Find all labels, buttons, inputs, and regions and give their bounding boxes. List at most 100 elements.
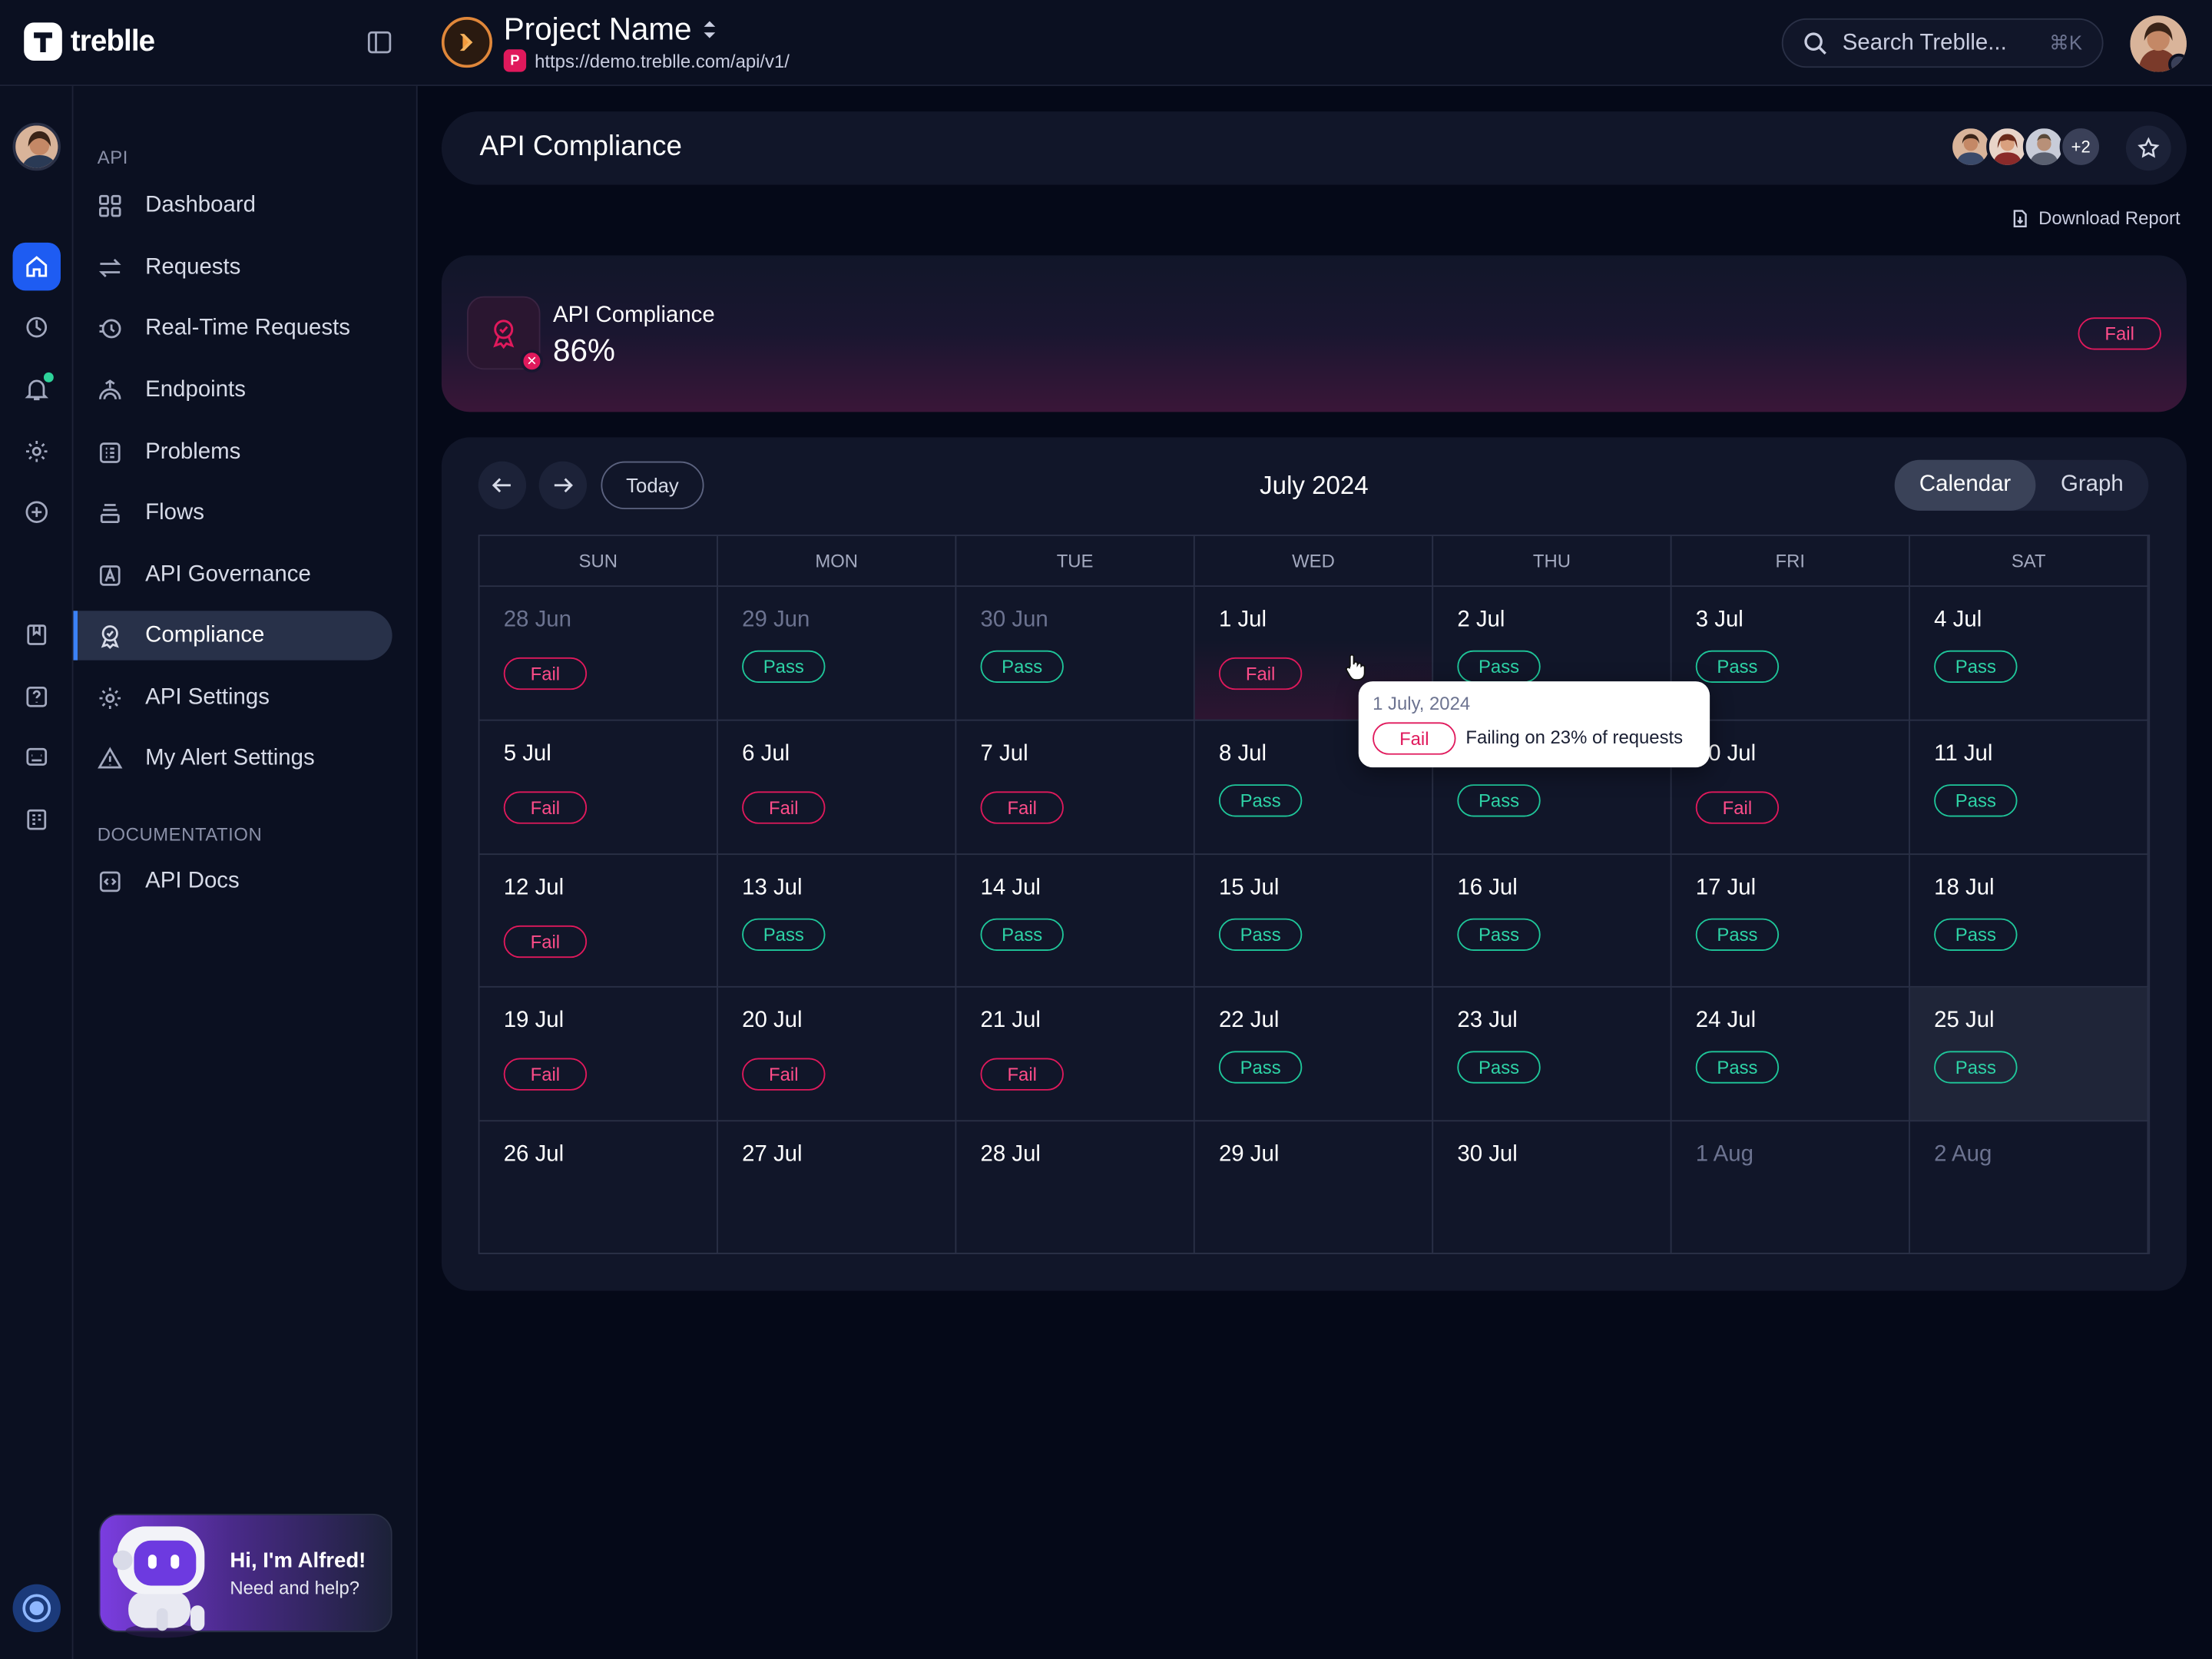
badge-icon (101, 624, 119, 648)
weekday-header: WED (1194, 535, 1434, 588)
pass-badge: Pass (1218, 918, 1303, 951)
rail-settings-icon[interactable] (13, 428, 61, 475)
calendar-day-cell[interactable]: 25 Jul Pass (1909, 987, 2149, 1122)
rail-add-icon[interactable] (13, 488, 61, 536)
tab-calendar[interactable]: Calendar (1894, 459, 2036, 511)
sidebar-item-flows[interactable]: Flows (74, 488, 392, 538)
download-report-button[interactable]: Download Report (2010, 207, 2181, 229)
today-button[interactable]: Today (601, 461, 704, 510)
treblle-logo-icon (24, 22, 62, 61)
star-icon[interactable] (2125, 125, 2171, 171)
alfred-assistant-card[interactable]: Hi, I'm Alfred! Need and help? (98, 1513, 392, 1638)
calendar-day-cell[interactable]: 30 Jun Pass (956, 587, 1195, 721)
day-date: 7 Jul (980, 742, 1028, 767)
rail-chat-icon[interactable] (13, 733, 61, 781)
pass-badge: Pass (742, 650, 826, 683)
project-logo-icon[interactable] (441, 17, 493, 68)
calendar-day-cell[interactable]: 22 Jul Pass (1194, 987, 1434, 1122)
code-file-icon (99, 870, 121, 892)
project-url[interactable]: https://demo.treblle.com/api/v1/ (535, 50, 790, 71)
rail-help-icon[interactable] (13, 673, 61, 720)
rail-apps-icon[interactable] (13, 796, 61, 843)
rail-bookmark-icon[interactable] (13, 611, 61, 658)
calendar-day-cell[interactable]: 14 Jul Pass (956, 855, 1195, 988)
day-date: 29 Jun (742, 608, 810, 632)
sidebar-item-requests[interactable]: Requests (74, 243, 392, 292)
calendar-day-cell[interactable]: 13 Jul Pass (717, 855, 957, 988)
sidebar-item-realtime-requests[interactable]: Real-Time Requests (74, 303, 392, 353)
tooltip-status-badge: Fail (1373, 722, 1456, 755)
calendar-day-cell[interactable]: 17 Jul Pass (1671, 855, 1910, 988)
day-date: 29 Jul (1218, 1142, 1280, 1167)
sidebar-item-problems[interactable]: Problems (74, 428, 392, 477)
calendar-day-cell[interactable]: 15 Jul Pass (1194, 855, 1434, 988)
calendar-day-cell[interactable]: 29 Jun Pass (717, 587, 957, 721)
sidebar-toggle-icon[interactable] (367, 30, 392, 55)
sidebar-item-api-docs[interactable]: API Docs (74, 856, 392, 906)
calendar-day-cell[interactable]: 5 Jul Fail (479, 720, 718, 856)
fail-badge: Fail (503, 925, 588, 959)
calendar-day-cell[interactable]: 1 Aug (1671, 1121, 1910, 1254)
user-avatar[interactable] (2130, 15, 2187, 72)
pass-badge: Pass (1934, 784, 2018, 817)
pass-badge: Pass (1457, 650, 1541, 683)
project-switcher[interactable]: Project Name (504, 12, 717, 48)
calendar-day-cell[interactable]: 4 Jul Pass (1909, 587, 2149, 721)
project-name: Project Name (503, 11, 692, 47)
calendar-day-cell[interactable]: 28 Jun Fail (479, 587, 718, 721)
sidebar-item-my-alert-settings[interactable]: My Alert Settings (74, 733, 392, 783)
calendar-day-cell[interactable]: 18 Jul Pass (1909, 855, 2149, 988)
calendar-day-cell[interactable]: 20 Jul Fail (717, 987, 957, 1122)
rail-analytics-icon[interactable] (13, 303, 61, 351)
pass-badge: Pass (1934, 1051, 2018, 1084)
hand-cursor-icon (1345, 654, 1366, 681)
calendar-day-cell[interactable]: 27 Jul (717, 1121, 957, 1254)
calendar-day-cell[interactable]: 11 Jul Pass (1909, 720, 2149, 856)
section-label-api: API (97, 147, 128, 168)
pass-badge: Pass (1695, 918, 1780, 951)
calendar-day-cell[interactable]: 29 Jul (1194, 1121, 1434, 1254)
rail-home-icon[interactable] (12, 242, 61, 291)
sidebar-item-label: Problems (145, 439, 241, 464)
calendar-day-cell[interactable]: 30 Jul (1433, 1121, 1672, 1254)
pass-badge: Pass (1934, 918, 2018, 951)
tooltip-text: Failing on 23% of requests (1465, 726, 1684, 748)
sidebar-item-api-governance[interactable]: API Governance (74, 550, 392, 599)
sidebar-item-api-settings[interactable]: API Settings (74, 673, 392, 722)
calendar-day-cell[interactable]: 16 Jul Pass (1433, 855, 1672, 988)
calendar-day-cell[interactable]: 28 Jul (956, 1121, 1195, 1254)
fail-badge: Fail (1218, 657, 1303, 690)
sidebar-item-dashboard[interactable]: Dashboard (74, 180, 392, 230)
day-date: 24 Jul (1695, 1008, 1757, 1033)
day-date: 3 Jul (1695, 608, 1743, 632)
day-date: 1 Aug (1695, 1142, 1753, 1167)
calendar-day-cell[interactable]: 7 Jul Fail (956, 720, 1195, 856)
weekday-header: TUE (956, 535, 1195, 588)
arrow-right-icon (554, 478, 573, 493)
calendar-day-cell[interactable]: 21 Jul Fail (956, 987, 1195, 1122)
day-date: 17 Jul (1695, 876, 1757, 900)
workspace-avatar[interactable] (12, 122, 61, 171)
sidebar-item-endpoints[interactable]: Endpoints (74, 366, 392, 415)
search-input[interactable]: Search Treblle... ⌘K (1781, 18, 2104, 68)
rail-bell-icon[interactable] (13, 366, 61, 413)
calendar-day-cell[interactable]: 19 Jul Fail (479, 987, 718, 1122)
calendar-day-cell[interactable]: 23 Jul Pass (1433, 987, 1672, 1122)
collaborators[interactable]: +2 (1949, 125, 2102, 168)
assistant-logo-icon[interactable] (12, 1584, 61, 1633)
calendar-day-cell[interactable]: 24 Jul Pass (1671, 987, 1910, 1122)
sidebar-item-compliance[interactable]: Compliance (73, 611, 392, 661)
treblle-logo[interactable]: treblle (24, 22, 155, 61)
prev-month-button[interactable] (478, 461, 527, 510)
next-month-button[interactable] (538, 461, 588, 510)
pass-badge: Pass (742, 918, 826, 951)
calendar-day-cell[interactable]: 6 Jul Fail (717, 720, 957, 856)
pass-badge: Pass (1457, 1051, 1541, 1084)
sidebar-item-label: API Settings (145, 684, 270, 709)
calendar-day-cell[interactable]: 26 Jul (479, 1121, 718, 1254)
calendar-day-cell[interactable]: 2 Aug (1909, 1121, 2149, 1254)
calendar-day-cell[interactable]: 12 Jul Fail (479, 855, 718, 988)
tab-graph[interactable]: Graph (2035, 460, 2148, 511)
pass-badge: Pass (980, 650, 1064, 683)
day-date: 6 Jul (742, 742, 790, 767)
